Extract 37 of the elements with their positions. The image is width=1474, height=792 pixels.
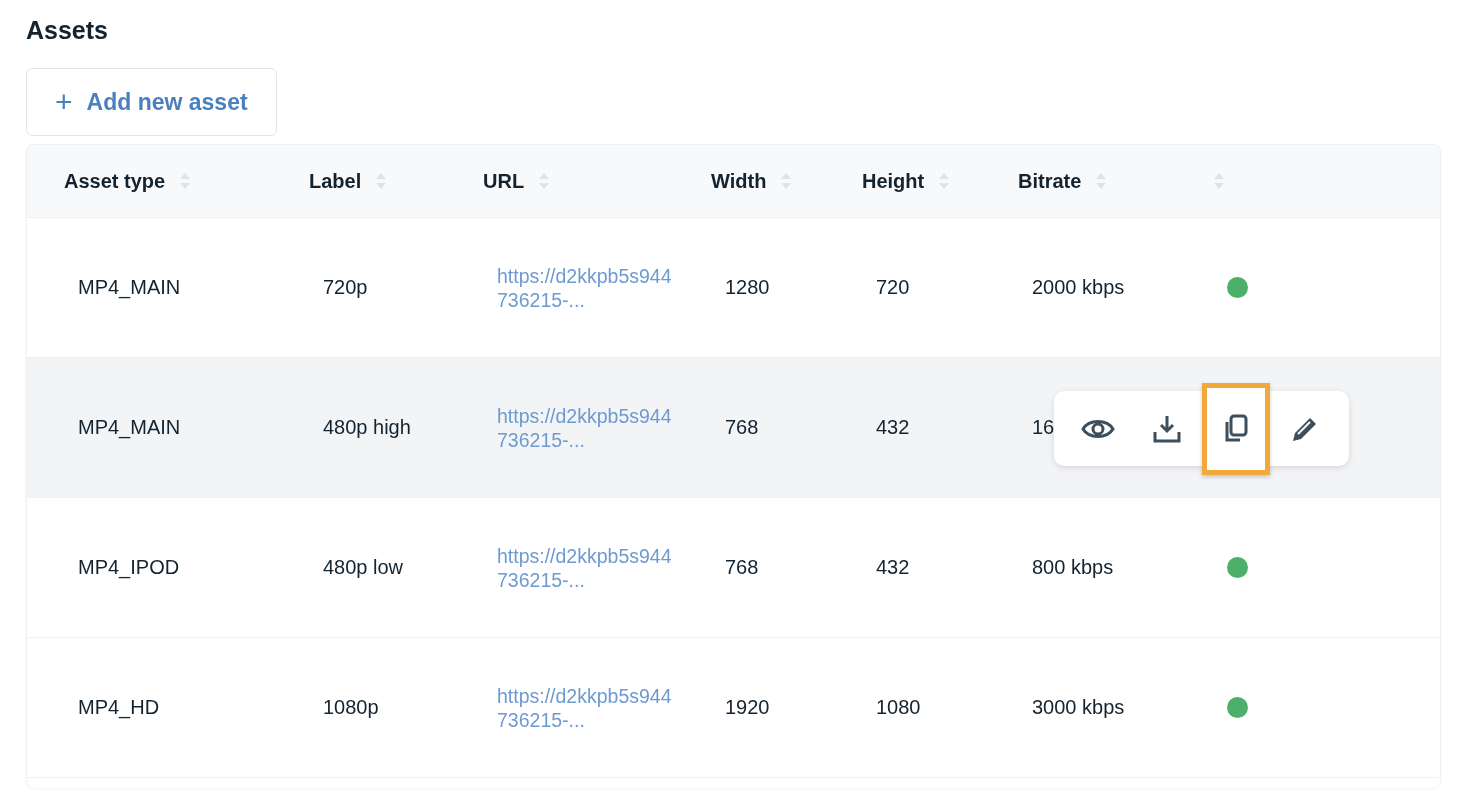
copy-button[interactable] xyxy=(1201,382,1271,475)
table-cell: 16 xyxy=(1032,416,1055,438)
table-cell: 1280 xyxy=(725,276,770,298)
table-cell: 432 xyxy=(876,556,910,578)
column-header[interactable]: Height xyxy=(862,169,925,193)
table-cell: 1920 xyxy=(725,696,770,718)
add-asset-button[interactable]: + Add new asset xyxy=(26,68,277,136)
table-cell: MP4_MAIN xyxy=(78,276,181,298)
table-cell: 720 xyxy=(876,276,910,298)
sort-icon[interactable] xyxy=(938,172,951,190)
sort-icon[interactable] xyxy=(1095,172,1108,190)
table-cell: 3000 kbps xyxy=(1032,696,1125,718)
column-header[interactable]: Asset type xyxy=(64,169,166,193)
table-cell: 1080 xyxy=(876,696,921,718)
column-header[interactable]: Width xyxy=(711,169,767,193)
table-cell: 2000 kbps xyxy=(1032,276,1125,298)
sort-icon[interactable] xyxy=(179,172,192,190)
table-cell: 720p xyxy=(323,276,368,298)
table-cell: 1080p xyxy=(323,696,379,718)
table-cell: 432 xyxy=(876,416,910,438)
page-title: Assets xyxy=(26,15,109,46)
table-cell: 768 xyxy=(725,556,759,578)
table-cell: 800 kbps xyxy=(1032,556,1114,578)
column-header[interactable]: Bitrate xyxy=(1018,169,1082,193)
column-header[interactable]: Label xyxy=(309,169,362,193)
table-cell: MP4_MAIN xyxy=(78,416,181,438)
column-header[interactable]: URL xyxy=(483,169,525,193)
sort-icon[interactable] xyxy=(538,172,551,190)
table-cell: 480p low xyxy=(323,556,404,578)
table-cell: 480p high xyxy=(323,416,411,438)
table-cell: MP4_IPOD xyxy=(78,556,180,578)
sort-icon[interactable] xyxy=(780,172,793,190)
table-cell: 768 xyxy=(725,416,759,438)
download-icon xyxy=(1152,414,1183,443)
table-cell: MP4_HD xyxy=(78,696,160,718)
sort-icon[interactable] xyxy=(1213,172,1225,190)
sort-icon[interactable] xyxy=(375,172,388,190)
